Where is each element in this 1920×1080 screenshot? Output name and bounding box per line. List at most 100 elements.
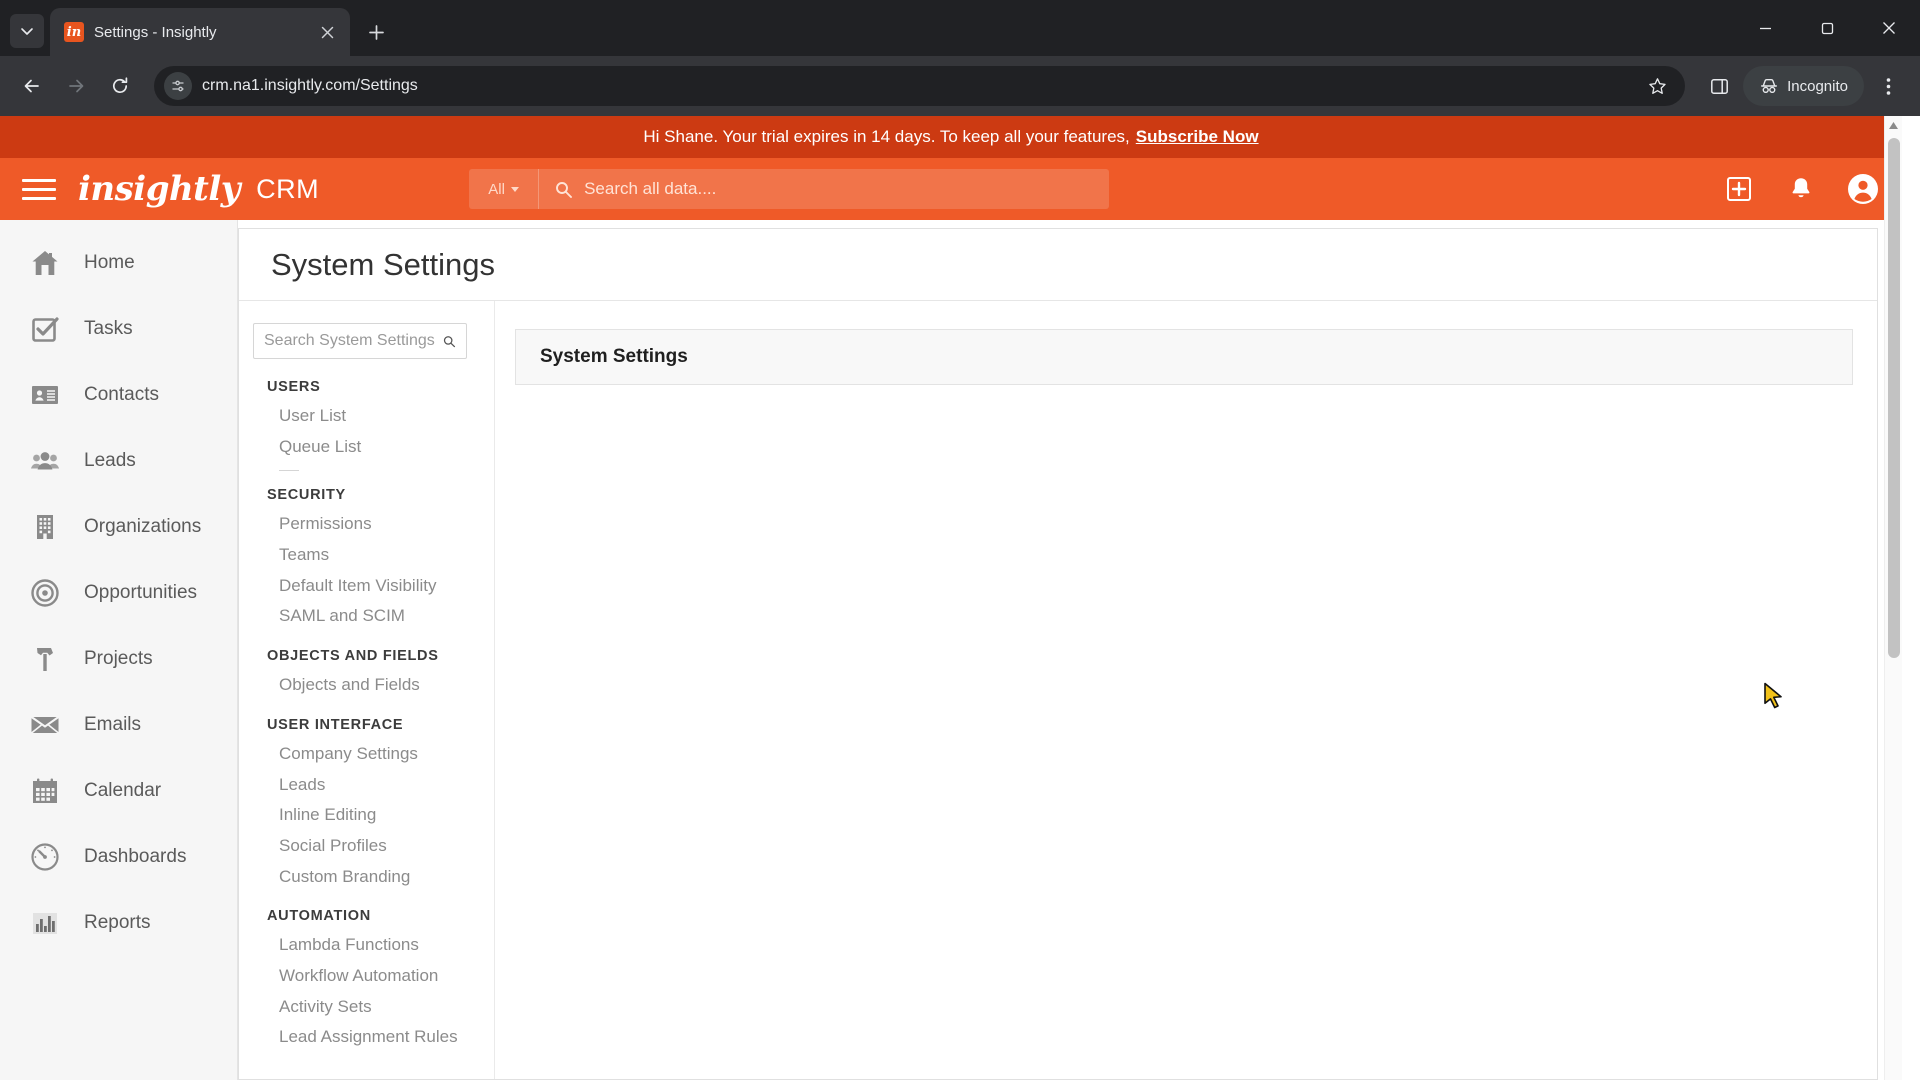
settings-search-box[interactable] (253, 323, 467, 359)
settings-group-title: OBJECTS AND FIELDS (267, 648, 439, 665)
settings-item-default-item-visibility[interactable]: Default Item Visibility (253, 571, 494, 602)
site-settings-icon (172, 80, 184, 92)
building-icon (28, 510, 62, 544)
settings-group-user-interface: USER INTERFACE Company Settings Leads In… (253, 717, 494, 892)
subscribe-now-link[interactable]: Subscribe Now (1136, 127, 1259, 147)
sidebar-item-home[interactable]: Home (0, 230, 237, 296)
sidebar-item-contacts[interactable]: Contacts (0, 362, 237, 428)
sidebar-item-label: Projects (84, 648, 153, 669)
window-close-icon (1883, 22, 1895, 34)
calendar-icon (28, 774, 62, 808)
settings-item-saml-and-scim[interactable]: SAML and SCIM (253, 601, 494, 632)
sidebar-item-label: Contacts (84, 384, 159, 405)
settings-item-permissions[interactable]: Permissions (253, 509, 494, 540)
settings-item-queue-list[interactable]: Queue List (253, 432, 494, 463)
main-sidebar: Home Tasks Contacts Leads Organizations … (0, 220, 238, 1080)
settings-group-title: AUTOMATION (267, 908, 371, 925)
browser-tab[interactable]: in Settings - Insightly (50, 8, 350, 56)
add-button[interactable] (1722, 172, 1756, 206)
back-button[interactable] (12, 66, 52, 106)
back-arrow-icon (24, 79, 39, 93)
settings-item-social-profiles[interactable]: Social Profiles (253, 831, 494, 862)
settings-item-user-list[interactable]: User List (253, 401, 494, 432)
hamburger-menu-icon[interactable] (22, 172, 56, 206)
bar-chart-icon (28, 906, 62, 940)
minimize-icon (1759, 27, 1771, 29)
sidebar-item-opportunities[interactable]: Opportunities (0, 560, 237, 626)
tab-strip: in Settings - Insightly (0, 0, 1920, 56)
sidebar-item-leads[interactable]: Leads (0, 428, 237, 494)
settings-item-activity-sets[interactable]: Activity Sets (253, 992, 494, 1023)
sidebar-item-calendar[interactable]: Calendar (0, 758, 237, 824)
settings-item-company-settings[interactable]: Company Settings (253, 739, 494, 770)
page-header: System Settings (239, 229, 1877, 301)
header-actions (1722, 172, 1880, 206)
settings-item-inline-editing[interactable]: Inline Editing (253, 800, 494, 831)
sidebar-item-organizations[interactable]: Organizations (0, 494, 237, 560)
sidebar-item-label: Leads (84, 450, 136, 471)
app-body: Home Tasks Contacts Leads Organizations … (0, 220, 1902, 1080)
global-search[interactable]: All Search all data.... (469, 169, 1110, 209)
target-icon (28, 576, 62, 610)
settings-card: System Settings Search System Settings U… (238, 228, 1878, 1080)
new-tab-button[interactable] (358, 14, 394, 50)
maximize-button[interactable] (1796, 0, 1858, 56)
incognito-indicator[interactable]: Incognito (1743, 66, 1864, 106)
close-window-button[interactable] (1858, 0, 1920, 56)
reload-button[interactable] (100, 66, 140, 106)
settings-layout: USERS User List Queue List SECURITY Perm… (239, 301, 1877, 1079)
sidebar-item-label: Emails (84, 714, 142, 735)
sidebar-item-projects[interactable]: Projects (0, 626, 237, 692)
settings-group-users: USERS User List Queue List (253, 379, 494, 472)
minimize-button[interactable] (1734, 0, 1796, 56)
settings-item-lead-assignment-rules[interactable]: Lead Assignment Rules (253, 1022, 494, 1053)
browser-toolbar: crm.na1.insightly.com/Settings Incognito (0, 56, 1920, 116)
close-tab-button[interactable] (314, 19, 340, 45)
settings-group-title: USERS (267, 379, 321, 395)
bookmark-star-icon (1648, 77, 1666, 94)
search-system-settings-input[interactable] (264, 332, 438, 350)
search-input[interactable]: Search all data.... (539, 179, 1109, 199)
sidebar-item-emails[interactable]: Emails (0, 692, 237, 758)
chevron-down-icon (21, 28, 33, 35)
sidebar-item-dashboards[interactable]: Dashboards (0, 824, 237, 890)
sidebar-item-label: Opportunities (84, 582, 198, 603)
settings-panel-header: System Settings (515, 329, 1853, 385)
window-controls (1734, 0, 1920, 56)
scrollbar-thumb[interactable] (1888, 138, 1900, 658)
sidebar-item-label: Calendar (84, 780, 162, 801)
bookmark-button[interactable] (1637, 66, 1677, 106)
side-panel-icon (1710, 78, 1728, 94)
site-settings-button[interactable] (164, 72, 192, 100)
incognito-label: Incognito (1787, 77, 1848, 95)
forward-button (56, 66, 96, 106)
brand-logo[interactable]: insightly (78, 172, 241, 206)
page-viewport: Hi Shane. Your trial expires in 14 days.… (0, 116, 1920, 1080)
settings-group-security: SECURITY Permissions Teams Default Item … (253, 487, 494, 632)
reload-icon (112, 77, 128, 94)
sidebar-item-reports[interactable]: Reports (0, 890, 237, 956)
settings-item-teams[interactable]: Teams (253, 540, 494, 571)
scroll-up-button[interactable] (1885, 116, 1902, 134)
tab-search-button[interactable] (10, 14, 44, 48)
settings-item-workflow-automation[interactable]: Workflow Automation (253, 961, 494, 992)
bell-icon (1792, 178, 1810, 198)
page-scrollbar[interactable] (1884, 116, 1902, 1080)
profile-button[interactable] (1846, 172, 1880, 206)
settings-item-objects-and-fields[interactable]: Objects and Fields (253, 670, 494, 701)
trial-banner: Hi Shane. Your trial expires in 14 days.… (0, 116, 1902, 158)
people-group-icon (28, 444, 62, 478)
settings-sidebar: USERS User List Queue List SECURITY Perm… (239, 301, 495, 1079)
side-panel-button[interactable] (1699, 66, 1739, 106)
settings-item-lambda-functions[interactable]: Lambda Functions (253, 930, 494, 961)
settings-item-custom-branding[interactable]: Custom Branding (253, 862, 494, 893)
settings-item-leads[interactable]: Leads (253, 770, 494, 801)
browser-menu-button[interactable] (1868, 66, 1908, 106)
panel-title: System Settings (540, 346, 688, 367)
notifications-button[interactable] (1784, 172, 1818, 206)
sidebar-item-tasks[interactable]: Tasks (0, 296, 237, 362)
incognito-hat-icon (1761, 79, 1778, 94)
chevron-up-icon (1889, 121, 1898, 129)
address-bar[interactable]: crm.na1.insightly.com/Settings (154, 66, 1686, 106)
search-scope-dropdown[interactable]: All (469, 169, 540, 209)
